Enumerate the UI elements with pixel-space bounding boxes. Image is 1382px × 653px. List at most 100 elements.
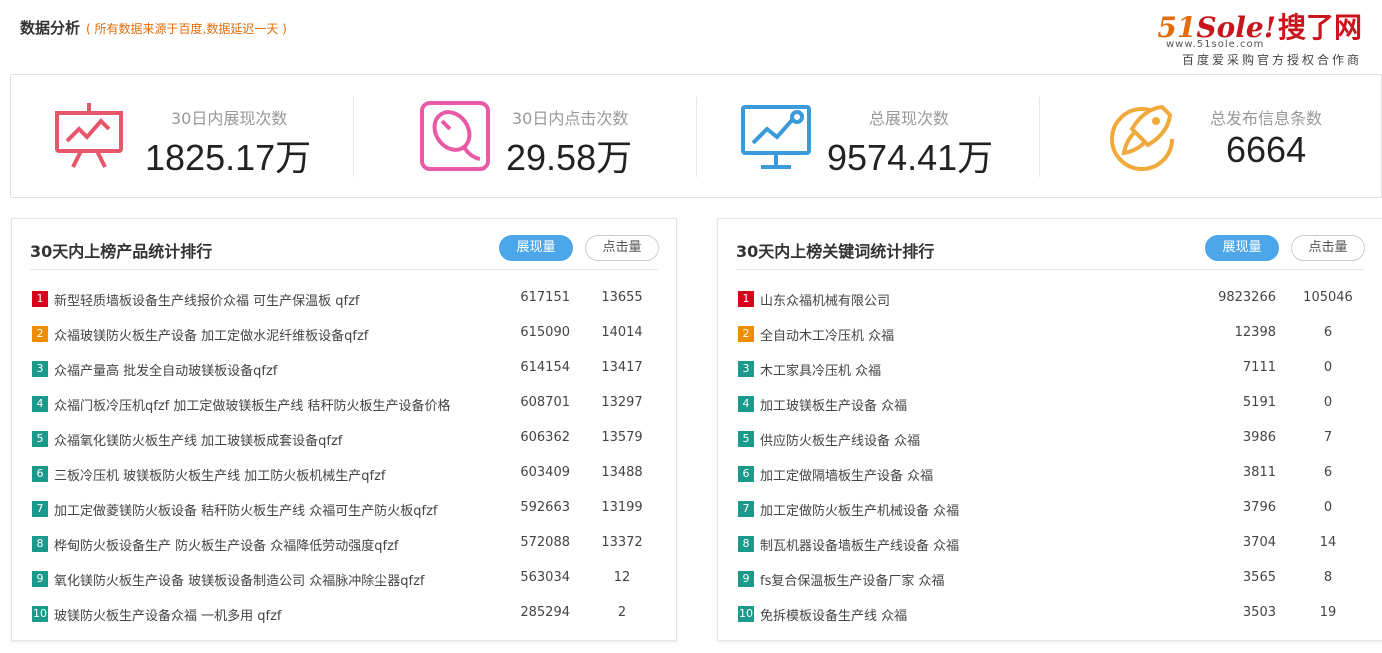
stat-label: 30日内点击次数 (512, 109, 629, 128)
site-logo[interactable]: 51Sole!搜了网 www.51sole.com 百度爱采购官方授权合作商 (1132, 6, 1362, 67)
item-name[interactable]: 免拆模板设备生产线 众福 (760, 605, 907, 624)
clicks-value: 2 (617, 605, 627, 620)
rocket-icon (1104, 99, 1180, 175)
rank-badge: 7 (32, 501, 48, 517)
item-name[interactable]: 众福氧化镁防火板生产线 加工玻镁板成套设备qfzf (54, 430, 342, 449)
list-item[interactable]: 4 众福门板冷压机qfzf 加工定做玻镁板生产线 秸秆防火板生产设备价格 60870… (30, 386, 658, 421)
rank-badge: 1 (32, 291, 48, 307)
rank-badge: 9 (32, 571, 48, 587)
clicks-value: 13488 (601, 465, 643, 480)
impressions-value: 3704 (1242, 535, 1276, 550)
item-name[interactable]: 玻镁防火板生产设备众福 一机多用 qfzf (54, 605, 282, 624)
list-item[interactable]: 2 全自动木工冷压机 众福 12398 6 (736, 316, 1364, 351)
page-title: 数据分析 ( 所有数据来源于百度,数据延迟一天 ) (20, 17, 287, 38)
clicks-value: 0 (1323, 395, 1333, 410)
list-item[interactable]: 6 加工定做隔墙板生产设备 众福 3811 6 (736, 456, 1364, 491)
impressions-value: 3796 (1242, 500, 1276, 515)
impressions-value: 572088 (520, 535, 570, 550)
impressions-value: 285294 (520, 605, 570, 620)
logo-partner-text: 百度爱采购官方授权合作商 (1181, 53, 1362, 67)
item-name[interactable]: 木工家具冷压机 众福 (760, 360, 881, 379)
list-item[interactable]: 4 加工玻镁板生产设备 众福 5191 0 (736, 386, 1364, 421)
clicks-value: 13417 (601, 360, 643, 375)
logo-domain: www.51sole.com (1166, 39, 1265, 50)
impressions-value: 615090 (520, 325, 570, 340)
list-item[interactable]: 5 供应防火板生产线设备 众福 3986 7 (736, 421, 1364, 456)
tab-impressions[interactable]: 展现量 (1205, 235, 1279, 261)
list-item[interactable]: 10 免拆模板设备生产线 众福 3503 19 (736, 596, 1364, 631)
clicks-value: 14014 (601, 325, 643, 340)
list-item[interactable]: 9 fs复合保温板生产设备厂家 众福 3565 8 (736, 561, 1364, 596)
item-name[interactable]: 桦甸防火板设备生产 防火板生产设备 众福降低劳动强度qfzf (54, 535, 399, 554)
rank-badge: 3 (32, 361, 48, 377)
impressions-value: 3565 (1242, 570, 1276, 585)
clicks-value: 14 (1319, 535, 1337, 550)
rank-badge: 2 (738, 326, 754, 342)
item-name[interactable]: 加工玻镁板生产设备 众福 (760, 395, 907, 414)
item-name[interactable]: 全自动木工冷压机 众福 (760, 325, 894, 344)
list-item[interactable]: 3 众福产量高 批发全自动玻镁板设备qfzf 614154 13417 (30, 351, 658, 386)
panel-divider (30, 269, 658, 270)
rank-badge: 6 (32, 466, 48, 482)
list-item[interactable]: 1 山东众福机械有限公司 9823266 105046 (736, 281, 1364, 316)
item-name[interactable]: 众福门板冷压机qfzf 加工定做玻镁板生产线 秸秆防火板生产设备价格 (54, 395, 451, 414)
rank-badge: 3 (738, 361, 754, 377)
impressions-value: 7111 (1242, 360, 1276, 375)
list-item[interactable]: 2 众福玻镁防火板生产设备 加工定做水泥纤维板设备qfzf 615090 14014 (30, 316, 658, 351)
item-name[interactable]: 制瓦机器设备墙板生产线设备 众福 (760, 535, 959, 554)
list-item[interactable]: 8 制瓦机器设备墙板生产线设备 众福 3704 14 (736, 526, 1364, 561)
item-name[interactable]: 众福玻镁防火板生产设备 加工定做水泥纤维板设备qfzf (54, 325, 368, 344)
item-name[interactable]: 山东众福机械有限公司 (760, 290, 890, 309)
list-item[interactable]: 5 众福氧化镁防火板生产线 加工玻镁板成套设备qfzf 606362 13579 (30, 421, 658, 456)
panel-title: 30天内上榜关键词统计排行 (736, 242, 935, 261)
list-item[interactable]: 10 玻镁防火板生产设备众福 一机多用 qfzf 285294 2 (30, 596, 658, 631)
list-item[interactable]: 1 新型轻质墙板设备生产线报价众福 可生产保温板 qfzf 617151 13655 (30, 281, 658, 316)
rank-badge: 4 (738, 396, 754, 412)
mouse-click-icon (418, 99, 494, 175)
clicks-value: 13579 (601, 430, 643, 445)
stat-label: 30日内展现次数 (171, 109, 288, 128)
clicks-value: 12 (613, 570, 631, 585)
list-item[interactable]: 6 三板冷压机 玻镁板防火板生产线 加工防火板机械生产qfzf 603409 1348… (30, 456, 658, 491)
impressions-value: 9823266 (1218, 290, 1276, 305)
tab-impressions[interactable]: 展现量 (499, 235, 573, 261)
item-name[interactable]: 众福产量高 批发全自动玻镁板设备qfzf (54, 360, 277, 379)
item-name[interactable]: 加工定做菱镁防火板设备 秸秆防火板生产线 众福可生产防火板qfzf (54, 500, 438, 519)
stat-value: 29.58万 (506, 137, 633, 178)
stat-30d-clicks: 30日内点击次数 29.58万 (354, 75, 697, 197)
clicks-value: 0 (1323, 360, 1333, 375)
clicks-value: 7 (1323, 430, 1333, 445)
impressions-value: 3811 (1242, 465, 1276, 480)
rank-badge: 10 (738, 606, 754, 622)
item-name[interactable]: 氧化镁防火板生产设备 玻镁板设备制造公司 众福脉冲除尘器qfzf (54, 570, 425, 589)
list-item[interactable]: 9 氧化镁防火板生产设备 玻镁板设备制造公司 众福脉冲除尘器qfzf 563034 1… (30, 561, 658, 596)
item-name[interactable]: fs复合保温板生产设备厂家 众福 (760, 570, 944, 589)
item-name[interactable]: 加工定做隔墙板生产设备 众福 (760, 465, 933, 484)
list-item[interactable]: 3 木工家具冷压机 众福 7111 0 (736, 351, 1364, 386)
item-name[interactable]: 新型轻质墙板设备生产线报价众福 可生产保温板 qfzf (54, 290, 360, 309)
tab-clicks[interactable]: 点击量 (585, 235, 659, 261)
monitor-chart-icon (739, 99, 815, 175)
impressions-value: 592663 (520, 500, 570, 515)
page-header: 数据分析 ( 所有数据来源于百度,数据延迟一天 ) 51Sole!搜了网 www.… (0, 0, 1382, 70)
list-item[interactable]: 8 桦甸防火板设备生产 防火板生产设备 众福降低劳动强度qfzf 572088 133… (30, 526, 658, 561)
clicks-value: 13655 (601, 290, 643, 305)
impressions-value: 12398 (1234, 325, 1276, 340)
item-name[interactable]: 供应防火板生产线设备 众福 (760, 430, 920, 449)
rank-badge: 5 (738, 431, 754, 447)
item-name[interactable]: 三板冷压机 玻镁板防火板生产线 加工防火板机械生产qfzf (54, 465, 386, 484)
logo-mark-cn: 搜了网 (1277, 11, 1362, 44)
stat-value: 6664 (1226, 129, 1307, 170)
clicks-value: 8 (1323, 570, 1333, 585)
stat-total-impressions: 总展现次数 9574.41万 (697, 75, 1040, 197)
rank-badge: 4 (32, 396, 48, 412)
list-item[interactable]: 7 加工定做防火板生产机械设备 众福 3796 0 (736, 491, 1364, 526)
clicks-value: 105046 (1303, 290, 1353, 305)
tab-clicks[interactable]: 点击量 (1291, 235, 1365, 261)
products-ranking-panel: 30天内上榜产品统计排行 展现量 点击量 1 新型轻质墙板设备生产线报价众福 可生… (11, 218, 677, 641)
clicks-value: 0 (1323, 500, 1333, 515)
item-name[interactable]: 加工定做防火板生产机械设备 众福 (760, 500, 959, 519)
list-item[interactable]: 7 加工定做菱镁防火板设备 秸秆防火板生产线 众福可生产防火板qfzf 592663… (30, 491, 658, 526)
rank-badge: 10 (32, 606, 48, 622)
clicks-value: 13372 (601, 535, 643, 550)
